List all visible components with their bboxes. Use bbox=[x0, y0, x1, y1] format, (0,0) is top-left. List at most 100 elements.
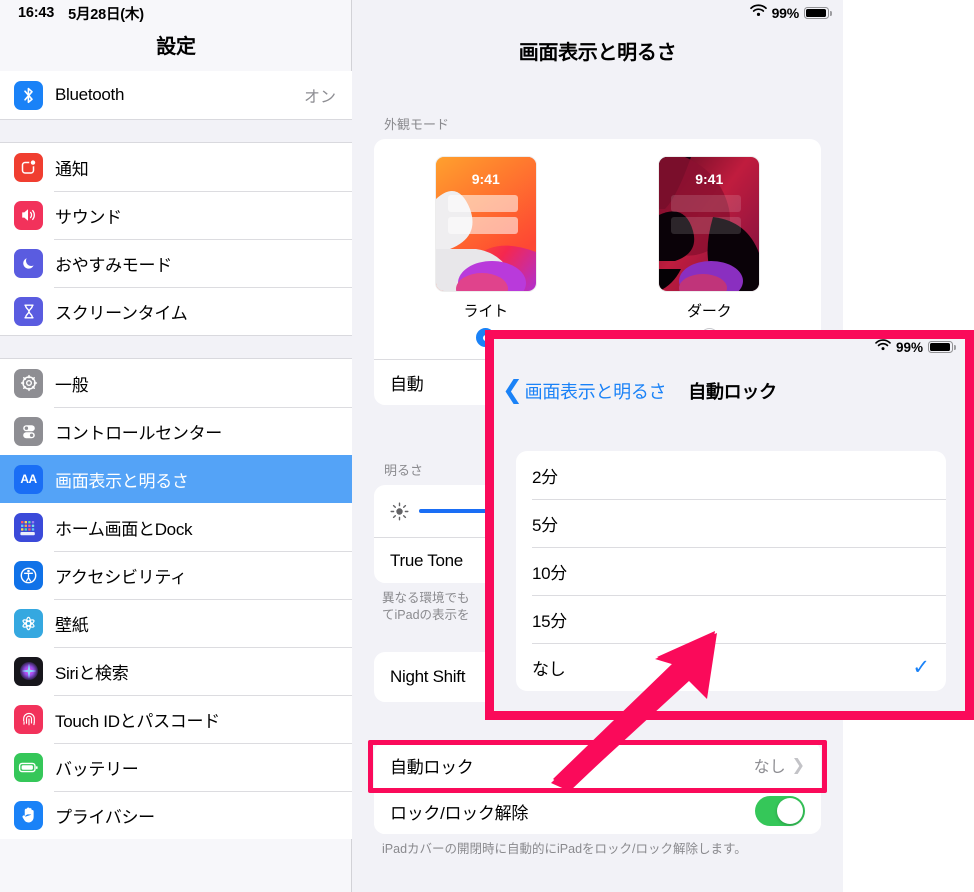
chevron-left-icon: ❮ bbox=[502, 375, 523, 404]
thumbnail-notification-bar bbox=[447, 217, 518, 234]
sidebar-item-touch-id-passcode[interactable]: Touch IDとパスコード bbox=[0, 695, 352, 743]
sidebar-item-label: バッテリー bbox=[55, 759, 139, 779]
overlay-navbar: ❮ 画面表示と明るさ 自動ロック bbox=[494, 367, 965, 415]
thumbnail-notification-bar bbox=[671, 217, 742, 234]
auto-lock-highlight-box bbox=[368, 740, 827, 793]
thumbnail-time: 9:41 bbox=[695, 171, 724, 187]
option-label: 5分 bbox=[532, 515, 558, 535]
sidebar-group-2: 通知 サウンド おやすみモード スクリーンタイム bbox=[0, 143, 352, 335]
auto-lock-option[interactable]: 5分 bbox=[516, 499, 946, 547]
hourglass-icon bbox=[14, 296, 43, 326]
auto-lock-option[interactable]: 10分 bbox=[516, 547, 946, 595]
sidebar-item-bluetooth[interactable]: Bluetooth オン bbox=[0, 71, 352, 119]
accessibility-icon bbox=[14, 560, 43, 590]
battery-icon bbox=[928, 341, 956, 353]
sidebar-list: Bluetooth オン 通知 サウンド おやすみモード スクリーンタイム 一般… bbox=[0, 71, 352, 839]
cover-lock-label: ロック/ロック解除 bbox=[390, 803, 529, 823]
sidebar-item-general[interactable]: 一般 bbox=[0, 359, 352, 407]
home-screen-icon bbox=[14, 512, 43, 542]
wallpaper-icon bbox=[14, 608, 43, 638]
appearance-section-header: 外観モード bbox=[384, 117, 450, 132]
wifi-icon bbox=[875, 339, 891, 356]
sidebar-item-label: Touch IDとパスコード bbox=[55, 711, 220, 731]
moon-icon bbox=[14, 248, 43, 278]
auto-lock-option[interactable]: 15分 bbox=[516, 595, 946, 643]
sliders-icon bbox=[14, 416, 43, 446]
notifications-icon bbox=[14, 152, 43, 182]
dark-wallpaper-thumbnail[interactable]: 9:41 bbox=[659, 157, 760, 291]
thumbnail-notification-bar bbox=[671, 195, 742, 212]
sidebar-divider-2 bbox=[0, 335, 352, 359]
sidebar-item-label: サウンド bbox=[55, 207, 122, 227]
status-bar-left: 16:43 5月28日(木) bbox=[0, 0, 352, 26]
sound-icon bbox=[14, 200, 43, 230]
sidebar-item-sounds[interactable]: サウンド bbox=[0, 191, 352, 239]
sidebar-item-label: スクリーンタイム bbox=[55, 303, 188, 323]
siri-icon bbox=[14, 656, 43, 686]
sidebar-item-siri-search[interactable]: Siriと検索 bbox=[0, 647, 352, 695]
status-bar-right: 99% bbox=[749, 0, 832, 26]
screenshot-root: 16:43 5月28日(木) 設定 Bluetooth オン 通知 サウンド お… bbox=[0, 0, 974, 892]
option-label: 10分 bbox=[532, 563, 568, 583]
wifi-icon bbox=[749, 4, 767, 22]
appearance-option-light[interactable]: 9:41 ライト bbox=[406, 157, 566, 347]
night-shift-label: Night Shift bbox=[390, 667, 466, 686]
sidebar-group-3: 一般 コントロールセンター AA 画面表示と明るさ ホーム画面とDock アクセ… bbox=[0, 359, 352, 839]
sidebar-item-label: ホーム画面とDock bbox=[55, 519, 193, 539]
overlay-back-label: 画面表示と明るさ bbox=[524, 382, 667, 402]
sidebar-item-privacy[interactable]: プライバシー bbox=[0, 791, 352, 839]
auto-lock-option-selected[interactable]: なし ✓ bbox=[516, 643, 946, 691]
option-label: なし bbox=[532, 659, 566, 679]
sidebar-title: 設定 bbox=[156, 36, 196, 58]
appearance-thumbnails: 9:41 ライト 9:41 ダーク bbox=[374, 139, 821, 353]
cover-lock-row[interactable]: ロック/ロック解除 bbox=[374, 788, 821, 834]
sidebar-item-wallpaper[interactable]: 壁紙 bbox=[0, 599, 352, 647]
bluetooth-icon bbox=[14, 80, 43, 110]
sidebar-item-label: アクセシビリティ bbox=[55, 567, 187, 587]
battery-icon bbox=[804, 7, 832, 19]
sidebar-item-do-not-disturb[interactable]: おやすみモード bbox=[0, 239, 352, 287]
sidebar-item-control-center[interactable]: コントロールセンター bbox=[0, 407, 352, 455]
sidebar-group-1: Bluetooth オン bbox=[0, 71, 352, 119]
appearance-option-label: ダーク bbox=[687, 303, 732, 320]
appearance-option-label: ライト bbox=[463, 303, 509, 320]
overlay-title: 自動ロック bbox=[688, 382, 777, 402]
cover-lock-toggle[interactable] bbox=[755, 796, 805, 826]
auto-lock-option[interactable]: 2分 bbox=[516, 451, 946, 499]
settings-sidebar: 16:43 5月28日(木) 設定 Bluetooth オン 通知 サウンド お… bbox=[0, 0, 352, 892]
overlay-battery-percent: 99% bbox=[895, 339, 923, 355]
sidebar-item-display-brightness[interactable]: AA 画面表示と明るさ bbox=[0, 455, 352, 503]
sidebar-item-battery[interactable]: バッテリー bbox=[0, 743, 352, 791]
sidebar-item-value: オン bbox=[303, 89, 336, 106]
thumbnail-time: 9:41 bbox=[471, 171, 500, 187]
option-label: 2分 bbox=[532, 467, 558, 487]
sidebar-item-label: 壁紙 bbox=[55, 615, 89, 635]
auto-lock-options-list: 2分 5分 10分 15分 なし ✓ bbox=[516, 451, 946, 691]
overlay-back-button[interactable]: ❮ 画面表示と明るさ bbox=[502, 375, 667, 404]
option-label: 15分 bbox=[532, 611, 568, 631]
sidebar-divider-1 bbox=[0, 119, 352, 143]
appearance-auto-label: 自動 bbox=[390, 375, 424, 394]
sidebar-item-label: プライバシー bbox=[55, 807, 155, 827]
fingerprint-icon bbox=[14, 704, 43, 734]
cover-lock-footnote: iPadカバーの開閉時に自動的にiPadをロック/ロック解除します。 bbox=[382, 842, 747, 856]
sidebar-item-label: 通知 bbox=[55, 159, 89, 179]
true-tone-label: True Tone bbox=[390, 550, 463, 570]
appearance-option-dark[interactable]: 9:41 ダーク bbox=[629, 157, 789, 347]
toggle-knob bbox=[777, 798, 803, 824]
sidebar-item-label: おやすみモード bbox=[55, 255, 172, 275]
sidebar-item-label: 一般 bbox=[55, 375, 89, 395]
sidebar-item-home-screen-dock[interactable]: ホーム画面とDock bbox=[0, 503, 352, 551]
sidebar-item-screen-time[interactable]: スクリーンタイム bbox=[0, 287, 352, 335]
sidebar-item-label: Bluetooth bbox=[55, 85, 125, 104]
sidebar-item-accessibility[interactable]: アクセシビリティ bbox=[0, 551, 352, 599]
page-title: 画面表示と明るさ bbox=[518, 42, 677, 64]
aa-icon: AA bbox=[14, 464, 43, 494]
sidebar-item-notifications[interactable]: 通知 bbox=[0, 143, 352, 191]
battery-icon bbox=[14, 752, 43, 782]
auto-lock-overlay: 99% ❮ 画面表示と明るさ 自動ロック 2分 5分 10分 15分 なし ✓ bbox=[485, 330, 974, 720]
overlay-status-bar: 99% bbox=[875, 339, 956, 356]
status-bar-date: 5月28日(木) bbox=[68, 6, 144, 23]
light-wallpaper-thumbnail[interactable]: 9:41 bbox=[435, 157, 536, 291]
status-bar-time: 16:43 bbox=[18, 5, 55, 21]
